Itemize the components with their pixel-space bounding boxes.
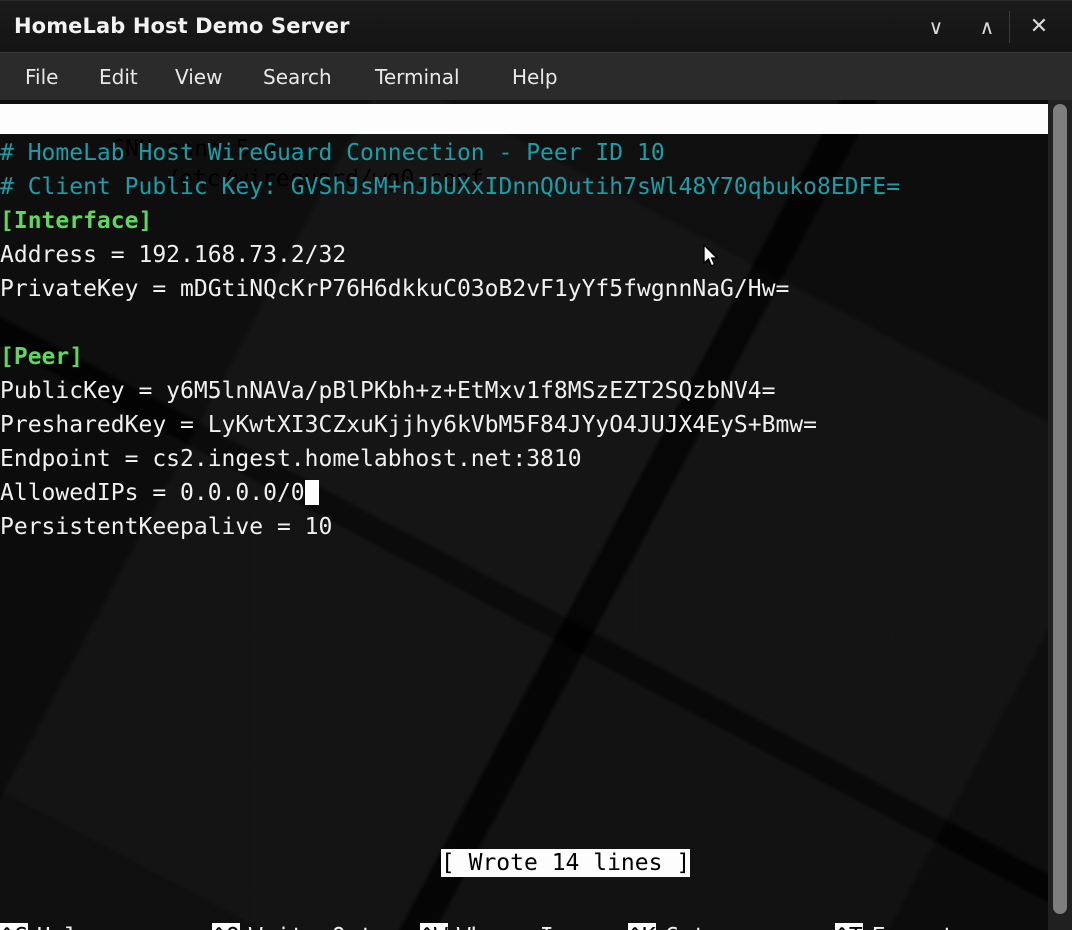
shortcut-label: Cut bbox=[656, 924, 707, 930]
shortcut-help[interactable]: ^GHelp bbox=[0, 920, 92, 930]
shortcut-key: ^K bbox=[628, 923, 656, 930]
scrollbar-thumb[interactable] bbox=[1053, 104, 1067, 914]
close-icon[interactable]: ✕ bbox=[1016, 7, 1062, 47]
editor-line[interactable]: PersistentKeepalive = 10 bbox=[0, 510, 1048, 544]
editor-line[interactable]: AllowedIPs = 0.0.0.0/0 bbox=[0, 476, 1048, 510]
shortcut-key: ^T bbox=[835, 923, 863, 930]
menu-item-edit[interactable]: Edit bbox=[92, 62, 145, 92]
editor-line-text: AllowedIPs = 0.0.0.0/0 bbox=[0, 480, 305, 506]
shortcut-write-out[interactable]: ^OWrite Out bbox=[212, 920, 373, 930]
shortcut-label: Help bbox=[28, 924, 92, 930]
shortcut-where-is[interactable]: ^WWhere Is bbox=[420, 920, 567, 930]
editor-line[interactable]: PrivateKey = mDGtiNQcKrP76H6dkkuC03oB2vF… bbox=[0, 272, 1048, 306]
editor-line-text: [Peer] bbox=[0, 344, 83, 370]
editor-line[interactable]: Endpoint = cs2.ingest.homelabhost.net:38… bbox=[0, 442, 1048, 476]
editor-line[interactable]: [Peer] bbox=[0, 340, 1048, 374]
shortcut-label: Write Out bbox=[240, 924, 374, 930]
editor-line-text: [Interface] bbox=[0, 208, 152, 234]
nano-header-bar: GNU nano 5.4 /etc/wireguard/wg0.conf bbox=[0, 104, 1048, 134]
editor-line-text: # Client Public Key: GVShJsM+nJbUXxIDnnQ… bbox=[0, 174, 900, 200]
shortcut-key: ^O bbox=[212, 923, 240, 930]
editor-line-text: PublicKey = y6M5lnNAVa/pBlPKbh+z+EtMxv1f… bbox=[0, 378, 775, 404]
shortcut-key: ^W bbox=[420, 923, 448, 930]
maximize-icon[interactable]: ∧ bbox=[964, 7, 1010, 47]
menu-item-help[interactable]: Help bbox=[505, 62, 565, 92]
terminal-window: HomeLab Host Demo Server ∨ ∧ ✕ File Edit… bbox=[0, 0, 1072, 930]
menu-item-file[interactable]: File bbox=[18, 62, 65, 92]
shortcut-row-1: ^GHelp ^OWrite Out ^WWhere Is ^KCut ^TExecut… bbox=[0, 920, 1048, 930]
editor-line[interactable]: PublicKey = y6M5lnNAVa/pBlPKbh+z+EtMxv1f… bbox=[0, 374, 1048, 408]
nano-shortcut-bar: ^GHelp ^OWrite Out ^WWhere Is ^KCut ^TExecut… bbox=[0, 852, 1048, 930]
terminal-content[interactable]: GNU nano 5.4 /etc/wireguard/wg0.conf # H… bbox=[0, 100, 1048, 930]
shortcut-label: Execute bbox=[863, 924, 969, 930]
text-cursor bbox=[305, 480, 319, 505]
editor-line-text: PrivateKey = mDGtiNQcKrP76H6dkkuC03oB2vF… bbox=[0, 276, 789, 302]
shortcut-label: Where Is bbox=[448, 924, 568, 930]
editor-buffer[interactable]: # HomeLab Host WireGuard Connection - Pe… bbox=[0, 136, 1048, 544]
editor-line-text: PersistentKeepalive = 10 bbox=[0, 514, 332, 540]
menu-item-terminal[interactable]: Terminal bbox=[368, 62, 467, 92]
menu-bar: File Edit View Search Terminal Help bbox=[0, 52, 1072, 100]
editor-line-text: PresharedKey = LyKwtXI3CZxuKjjhy6kVbM5F8… bbox=[0, 412, 817, 438]
window-titlebar[interactable]: HomeLab Host Demo Server ∨ ∧ ✕ bbox=[0, 0, 1072, 52]
shortcut-key: ^G bbox=[0, 923, 28, 930]
editor-line[interactable]: # Client Public Key: GVShJsM+nJbUXxIDnnQ… bbox=[0, 170, 1048, 204]
editor-line-text: Endpoint = cs2.ingest.homelabhost.net:38… bbox=[0, 446, 582, 472]
editor-line-text: Address = 192.168.73.2/32 bbox=[0, 242, 346, 268]
menu-item-view[interactable]: View bbox=[168, 62, 229, 92]
minimize-icon[interactable]: ∨ bbox=[913, 7, 959, 47]
menu-item-search[interactable]: Search bbox=[256, 62, 339, 92]
editor-line[interactable]: Address = 192.168.73.2/32 bbox=[0, 238, 1048, 272]
shortcut-execute[interactable]: ^TExecute bbox=[835, 920, 969, 930]
editor-line[interactable]: PresharedKey = LyKwtXI3CZxuKjjhy6kVbM5F8… bbox=[0, 408, 1048, 442]
editor-line[interactable]: [Interface] bbox=[0, 204, 1048, 238]
editor-line[interactable] bbox=[0, 306, 1048, 340]
editor-line[interactable]: # HomeLab Host WireGuard Connection - Pe… bbox=[0, 136, 1048, 170]
editor-line-text: # HomeLab Host WireGuard Connection - Pe… bbox=[0, 140, 665, 166]
shortcut-cut[interactable]: ^KCut bbox=[628, 920, 706, 930]
window-title: HomeLab Host Demo Server bbox=[14, 14, 350, 38]
